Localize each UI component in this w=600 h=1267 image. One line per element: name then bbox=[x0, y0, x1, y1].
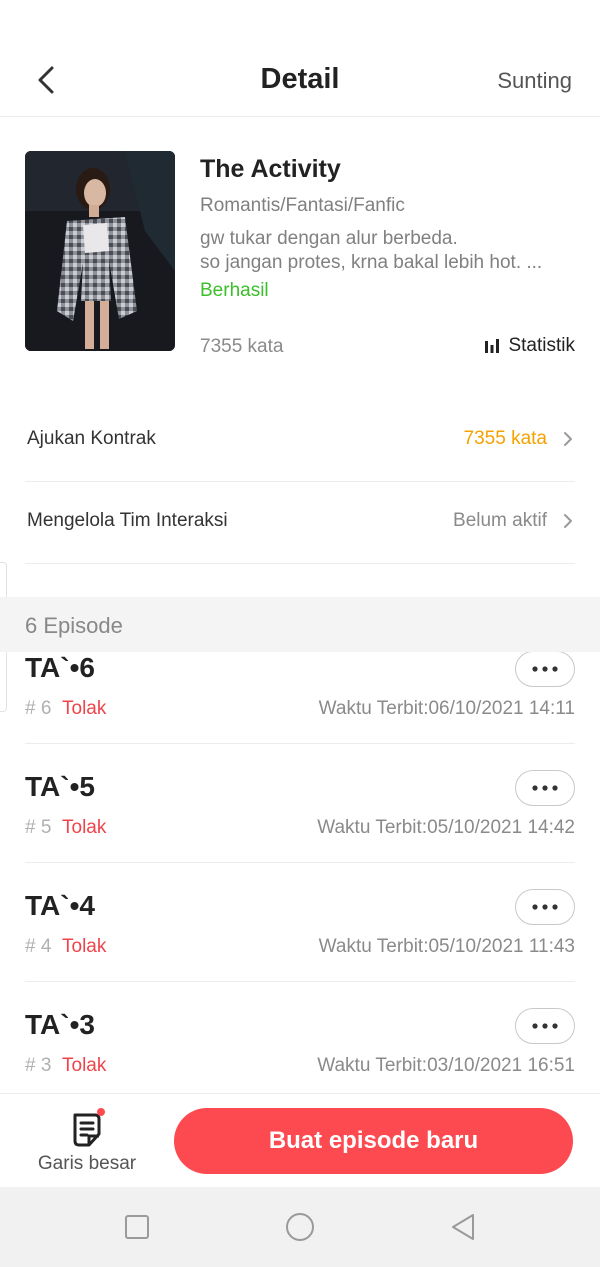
book-genre: Romantis/Fantasi/Fanfic bbox=[200, 195, 405, 216]
manage-interaction-team-row[interactable]: Mengelola Tim Interaksi Belum aktif bbox=[25, 482, 575, 564]
episode-status: Tolak bbox=[62, 1055, 107, 1076]
episode-title: TA`•3 bbox=[25, 1009, 95, 1040]
episode-row[interactable]: TA`•3 # 3 Tolak Waktu Terbit:03/10/2021 … bbox=[25, 982, 575, 1101]
notification-dot bbox=[97, 1108, 105, 1116]
submit-contract-label: Ajukan Kontrak bbox=[27, 428, 156, 449]
episode-count: 6 Episode bbox=[25, 613, 123, 638]
edit-button[interactable]: Sunting bbox=[497, 68, 572, 94]
word-count: 7355 kata bbox=[200, 336, 284, 357]
back-triangle-icon[interactable] bbox=[447, 1211, 479, 1243]
book-cover-image[interactable] bbox=[25, 151, 175, 351]
chevron-right-icon bbox=[564, 432, 572, 446]
book-description: gw tukar dengan alur berbeda. so jangan … bbox=[200, 227, 575, 275]
manage-interaction-team-label: Mengelola Tim Interaksi bbox=[27, 510, 228, 531]
book-status: Berhasil bbox=[200, 280, 269, 301]
chevron-right-icon bbox=[564, 514, 572, 528]
app-header: Detail Sunting bbox=[0, 0, 600, 117]
episode-publish-time: Waktu Terbit:05/10/2021 14:42 bbox=[317, 817, 575, 838]
outline-document-icon bbox=[73, 1113, 101, 1147]
outline-button[interactable]: Garis besar bbox=[25, 1108, 149, 1178]
recent-apps-square-icon[interactable] bbox=[121, 1211, 153, 1243]
more-dots-icon bbox=[532, 1023, 558, 1029]
manage-interaction-team-value: Belum aktif bbox=[453, 510, 547, 531]
episode-publish-time: Waktu Terbit:03/10/2021 16:51 bbox=[317, 1055, 575, 1076]
episode-number: # 5 bbox=[25, 817, 52, 838]
episode-number: # 4 bbox=[25, 936, 52, 957]
episode-row[interactable]: TA`•4 # 4 Tolak Waktu Terbit:05/10/2021 … bbox=[25, 863, 575, 982]
episode-number: # 6 bbox=[25, 698, 52, 719]
episode-title: TA`•6 bbox=[25, 652, 95, 683]
episode-more-button[interactable] bbox=[515, 651, 575, 687]
bottom-action-bar: Garis besar Buat episode baru bbox=[0, 1093, 600, 1187]
statistics-button[interactable]: Statistik bbox=[484, 335, 575, 357]
episode-publish-time: Waktu Terbit:06/10/2021 14:11 bbox=[318, 698, 575, 719]
create-new-episode-button[interactable]: Buat episode baru bbox=[174, 1108, 573, 1174]
book-description-line: gw tukar dengan alur berbeda. bbox=[200, 228, 458, 249]
episode-more-button[interactable] bbox=[515, 1008, 575, 1044]
book-description-line: so jangan protes, krna bakal lebih hot. … bbox=[200, 252, 543, 273]
submit-contract-row[interactable]: Ajukan Kontrak 7355 kata bbox=[25, 400, 575, 482]
book-title: The Activity bbox=[200, 155, 341, 183]
episode-more-button[interactable] bbox=[515, 889, 575, 925]
episode-title: TA`•5 bbox=[25, 771, 95, 802]
bar-chart-icon bbox=[485, 339, 500, 353]
episode-row[interactable]: TA`•5 # 5 Tolak Waktu Terbit:05/10/2021 … bbox=[25, 744, 575, 863]
system-navigation-bar bbox=[0, 1187, 600, 1267]
episode-title: TA`•4 bbox=[25, 890, 95, 921]
statistics-label: Statistik bbox=[508, 335, 575, 356]
outline-label: Garis besar bbox=[37, 1153, 137, 1174]
episode-number: # 3 bbox=[25, 1055, 52, 1076]
episode-publish-time: Waktu Terbit:05/10/2021 11:43 bbox=[318, 936, 575, 957]
episodes-section-header-sticky: 6 Episode bbox=[0, 597, 600, 652]
book-info-card: The Activity Romantis/Fantasi/Fanfic gw … bbox=[25, 151, 575, 357]
more-dots-icon bbox=[532, 904, 558, 910]
more-dots-icon bbox=[532, 666, 558, 672]
submit-contract-value: 7355 kata bbox=[463, 428, 547, 449]
episode-more-button[interactable] bbox=[515, 770, 575, 806]
episode-status: Tolak bbox=[62, 817, 107, 838]
more-dots-icon bbox=[532, 785, 558, 791]
home-circle-icon[interactable] bbox=[284, 1211, 316, 1243]
episode-status: Tolak bbox=[62, 698, 107, 719]
episode-status: Tolak bbox=[62, 936, 107, 957]
